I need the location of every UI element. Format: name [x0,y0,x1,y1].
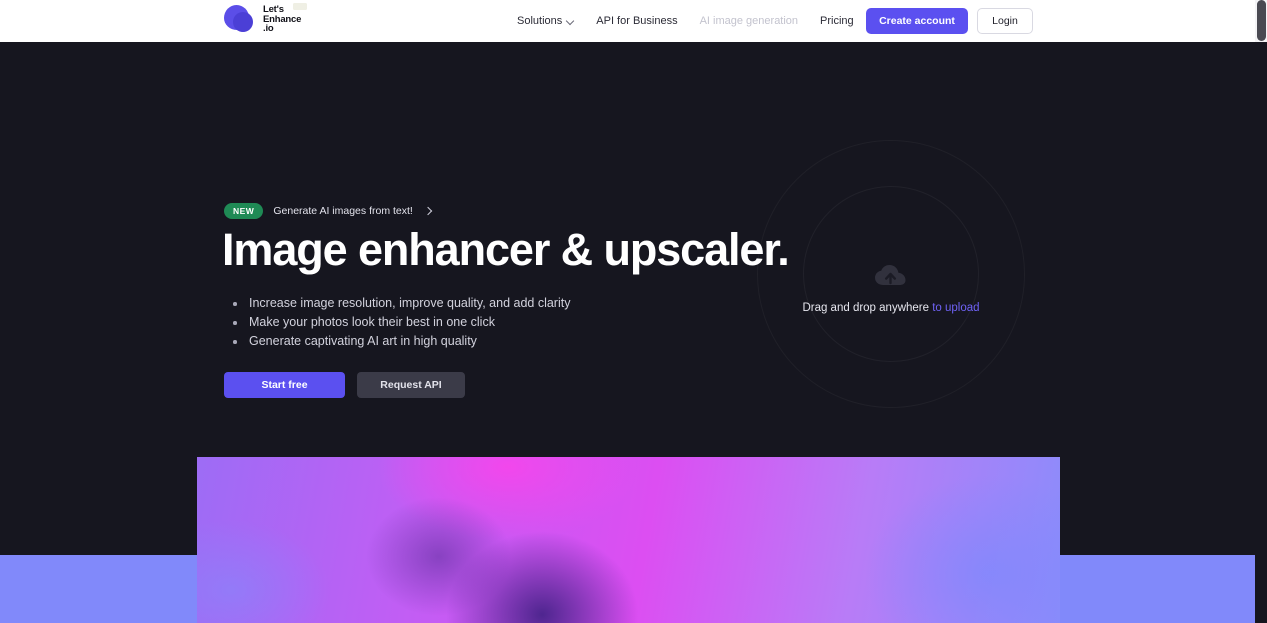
nav-item-ai-image-generation[interactable]: AI image generation [689,15,809,27]
upload-instruction-text: Drag and drop anywhere to upload [802,302,979,314]
chevron-down-icon [567,18,574,25]
announcement-text: Generate AI images from text! [273,205,413,217]
nav-item-label: AI image generation [699,15,799,27]
showcase-gradient-dark-silhouette [197,457,1060,623]
request-api-button[interactable]: Request API [357,372,465,398]
scrollbar-track[interactable] [1255,0,1267,623]
create-account-button[interactable]: Create account [866,8,968,34]
chevron-right-icon [425,208,431,214]
nav-item-solutions[interactable]: Solutions [506,15,585,27]
cloud-upload-icon [875,265,906,285]
start-free-button[interactable]: Start free [224,372,345,398]
new-badge: NEW [224,203,264,219]
list-item: Make your photos look their best in one … [231,313,570,332]
drag-and-drop-upload-zone[interactable]: Drag and drop anywhere to upload [757,264,1025,364]
logo-accent-block [293,3,307,11]
lets-enhance-blob-logo-icon [224,3,256,35]
site-logo[interactable]: Let's Enhance .io [224,3,307,35]
site-header: Let's Enhance .io Solutions API for Busi… [0,0,1257,42]
hero-cta-row: Start free Request API [224,372,465,398]
nav-item-label: API for Business [596,15,678,27]
upload-link[interactable]: to upload [932,302,979,314]
page-root: Let's Enhance .io Solutions API for Busi… [0,0,1267,623]
list-item: Increase image resolution, improve quali… [231,294,570,313]
list-item: Generate captivating AI art in high qual… [231,332,570,351]
nav-item-api-for-business[interactable]: API for Business [585,15,688,27]
new-feature-announcement[interactable]: NEW Generate AI images from text! [224,203,431,219]
main-navigation: Solutions API for Business AI image gene… [506,0,909,42]
scrollbar-thumb[interactable] [1257,0,1266,41]
login-button[interactable]: Login [977,8,1033,34]
page-title: Image enhancer & upscaler. [222,224,790,275]
nav-item-label: Pricing [820,15,854,27]
logo-line-3: .io [263,23,274,35]
nav-item-label: Solutions [517,15,563,27]
upload-instruction-static: Drag and drop anywhere [802,302,933,314]
hero-feature-list: Increase image resolution, improve quali… [231,294,570,351]
showcase-image [197,457,1060,623]
logo-wordmark: Let's Enhance .io [263,3,307,35]
nav-item-pricing[interactable]: Pricing [809,15,865,27]
hero-section: Drag and drop anywhere to upload NEW Gen… [0,42,1257,457]
